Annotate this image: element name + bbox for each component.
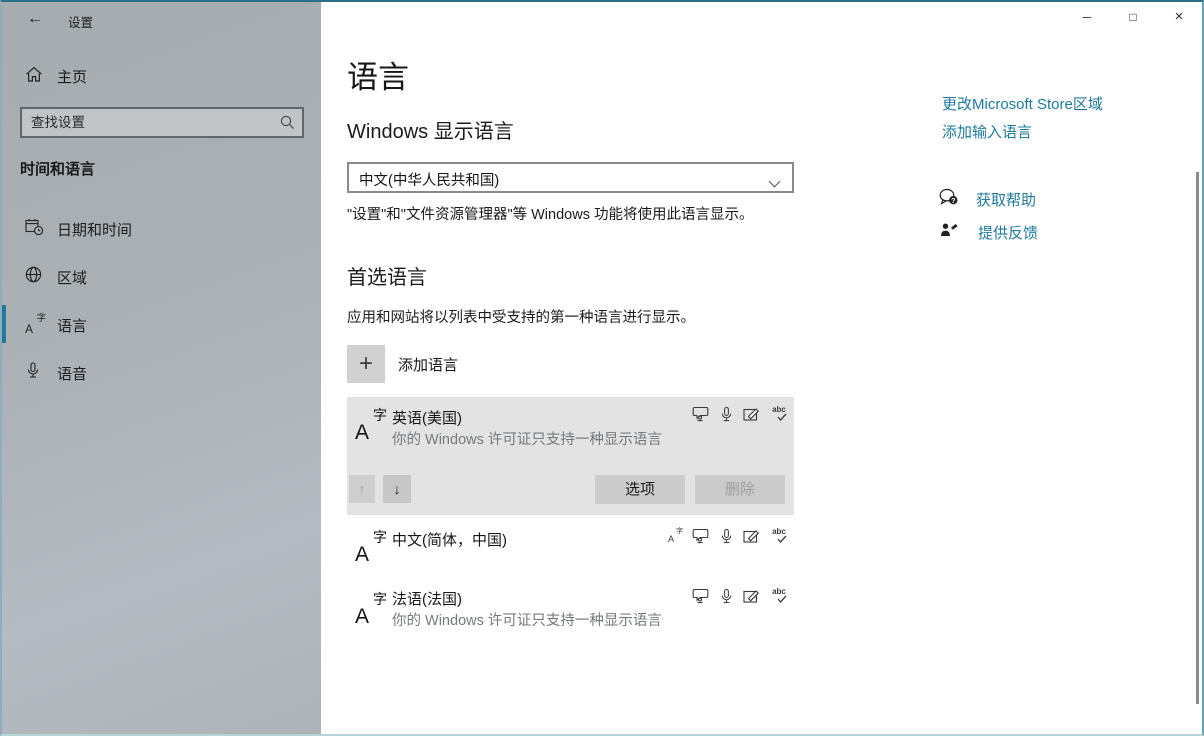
add-input-language-link[interactable]: 添加输入语言 bbox=[942, 121, 1032, 142]
language-note: 你的 Windows 许可证只支持一种显示语言 bbox=[392, 609, 662, 630]
sidebar-home-label: 主页 bbox=[57, 66, 87, 87]
svg-text:?: ? bbox=[951, 196, 956, 205]
close-button[interactable]: × bbox=[1156, 2, 1202, 32]
language-icon: A字 bbox=[355, 530, 387, 565]
down-arrow-icon: ↓ bbox=[394, 481, 401, 497]
capability-icons: A字 bbox=[668, 528, 788, 550]
sidebar-item-language[interactable]: A字 语言 bbox=[2, 310, 321, 340]
language-name: 法语(法国) bbox=[392, 588, 462, 609]
dropdown-selected-value: 中文(中华人民共和国) bbox=[359, 169, 499, 190]
language-entry-english[interactable]: A字 英语(美国) 你的 Windows 许可证只支持一种显示语言 bbox=[347, 397, 794, 515]
settings-search-box bbox=[20, 107, 304, 138]
move-buttons-row: ↑ ↓ 选项 删除 bbox=[347, 475, 794, 504]
window-controls: ─ □ × bbox=[1064, 2, 1202, 32]
spellcheck-icon: abc bbox=[770, 406, 788, 421]
search-icon[interactable] bbox=[280, 115, 295, 135]
capability-icons: abc bbox=[692, 406, 788, 428]
sidebar: ← 设置 主页 时间和语言 bbox=[2, 2, 321, 734]
language-icon: A字 bbox=[355, 408, 387, 443]
calendar-clock-icon bbox=[25, 218, 44, 241]
add-language-button[interactable]: + bbox=[347, 345, 385, 383]
up-arrow-icon: ↑ bbox=[359, 481, 366, 497]
sidebar-item-date-time[interactable]: 日期和时间 bbox=[2, 214, 321, 244]
microphone-icon bbox=[25, 362, 41, 384]
speech-recognition-icon bbox=[719, 406, 734, 428]
sidebar-item-region[interactable]: 区域 bbox=[2, 262, 321, 292]
speech-recognition-icon bbox=[719, 588, 734, 610]
remove-button[interactable]: 删除 bbox=[695, 475, 785, 504]
get-help-label: 获取帮助 bbox=[976, 189, 1036, 210]
preferred-languages-heading: 首选语言 bbox=[347, 261, 427, 290]
settings-window: ← 设置 主页 时间和语言 bbox=[0, 0, 1204, 736]
scrollbar-thumb[interactable] bbox=[1196, 172, 1199, 704]
text-to-speech-icon bbox=[692, 528, 710, 549]
sidebar-item-speech[interactable]: 语音 bbox=[2, 358, 321, 388]
text-to-speech-icon bbox=[692, 588, 710, 609]
display-language-dropdown[interactable]: 中文(中华人民共和国) bbox=[347, 162, 794, 193]
search-input[interactable] bbox=[22, 109, 277, 136]
sidebar-item-label: 语言 bbox=[57, 315, 87, 336]
add-language-label: 添加语言 bbox=[398, 354, 458, 375]
preferred-languages-description: 应用和网站将以列表中受支持的第一种语言进行显示。 bbox=[347, 306, 695, 327]
move-up-button[interactable]: ↑ bbox=[349, 475, 375, 503]
home-icon bbox=[25, 66, 43, 88]
language-entry-french[interactable]: A字 法语(法国) 你的 Windows 许可证只支持一种显示语言 bbox=[347, 581, 794, 643]
feedback-person-icon bbox=[940, 221, 959, 243]
spellcheck-icon: abc bbox=[770, 528, 788, 543]
display-language-heading: Windows 显示语言 bbox=[347, 115, 514, 144]
language-icon: A字 bbox=[25, 314, 46, 335]
handwriting-icon bbox=[743, 588, 761, 609]
sidebar-item-label: 语音 bbox=[57, 363, 87, 384]
language-note: 你的 Windows 许可证只支持一种显示语言 bbox=[392, 428, 662, 449]
move-down-button[interactable]: ↓ bbox=[383, 475, 411, 503]
minimize-button[interactable]: ─ bbox=[1064, 2, 1110, 32]
back-button[interactable]: ← bbox=[24, 8, 46, 30]
selected-item-indicator bbox=[2, 305, 6, 343]
handwriting-icon bbox=[743, 528, 761, 549]
send-feedback-label: 提供反馈 bbox=[978, 222, 1038, 243]
app-title: 设置 bbox=[68, 12, 93, 31]
sidebar-item-label: 区域 bbox=[57, 267, 87, 288]
sidebar-item-label: 日期和时间 bbox=[57, 219, 132, 240]
language-icon: A字 bbox=[355, 592, 387, 627]
display-language-description: "设置"和"文件资源管理器"等 Windows 功能将使用此语言显示。 bbox=[347, 203, 753, 224]
sidebar-section-title: 时间和语言 bbox=[20, 158, 95, 179]
change-store-region-link[interactable]: 更改Microsoft Store区域 bbox=[942, 93, 1103, 114]
language-name: 英语(美国) bbox=[392, 407, 462, 428]
sidebar-item-home[interactable]: 主页 bbox=[2, 61, 321, 91]
page-title: 语言 bbox=[347, 52, 409, 97]
display-language-icon: A字 bbox=[668, 528, 683, 544]
handwriting-icon bbox=[743, 406, 761, 427]
help-bubble-icon: ? bbox=[938, 188, 960, 212]
options-button[interactable]: 选项 bbox=[595, 475, 685, 504]
globe-icon bbox=[25, 266, 42, 288]
capability-icons: abc bbox=[692, 588, 788, 610]
back-arrow-icon: ← bbox=[27, 10, 43, 27]
main-content: ─ □ × 语言 Windows 显示语言 中文(中华人民共和国) "设置"和"… bbox=[321, 2, 1202, 734]
language-name: 中文(简体，中国) bbox=[392, 529, 507, 550]
chevron-down-icon bbox=[768, 175, 781, 193]
spellcheck-icon: abc bbox=[770, 588, 788, 603]
text-to-speech-icon bbox=[692, 406, 710, 427]
plus-icon: + bbox=[359, 350, 373, 377]
speech-recognition-icon bbox=[719, 528, 734, 550]
language-entry-chinese[interactable]: A字 中文(简体，中国) A字 bbox=[347, 521, 794, 567]
maximize-button[interactable]: □ bbox=[1110, 2, 1156, 32]
